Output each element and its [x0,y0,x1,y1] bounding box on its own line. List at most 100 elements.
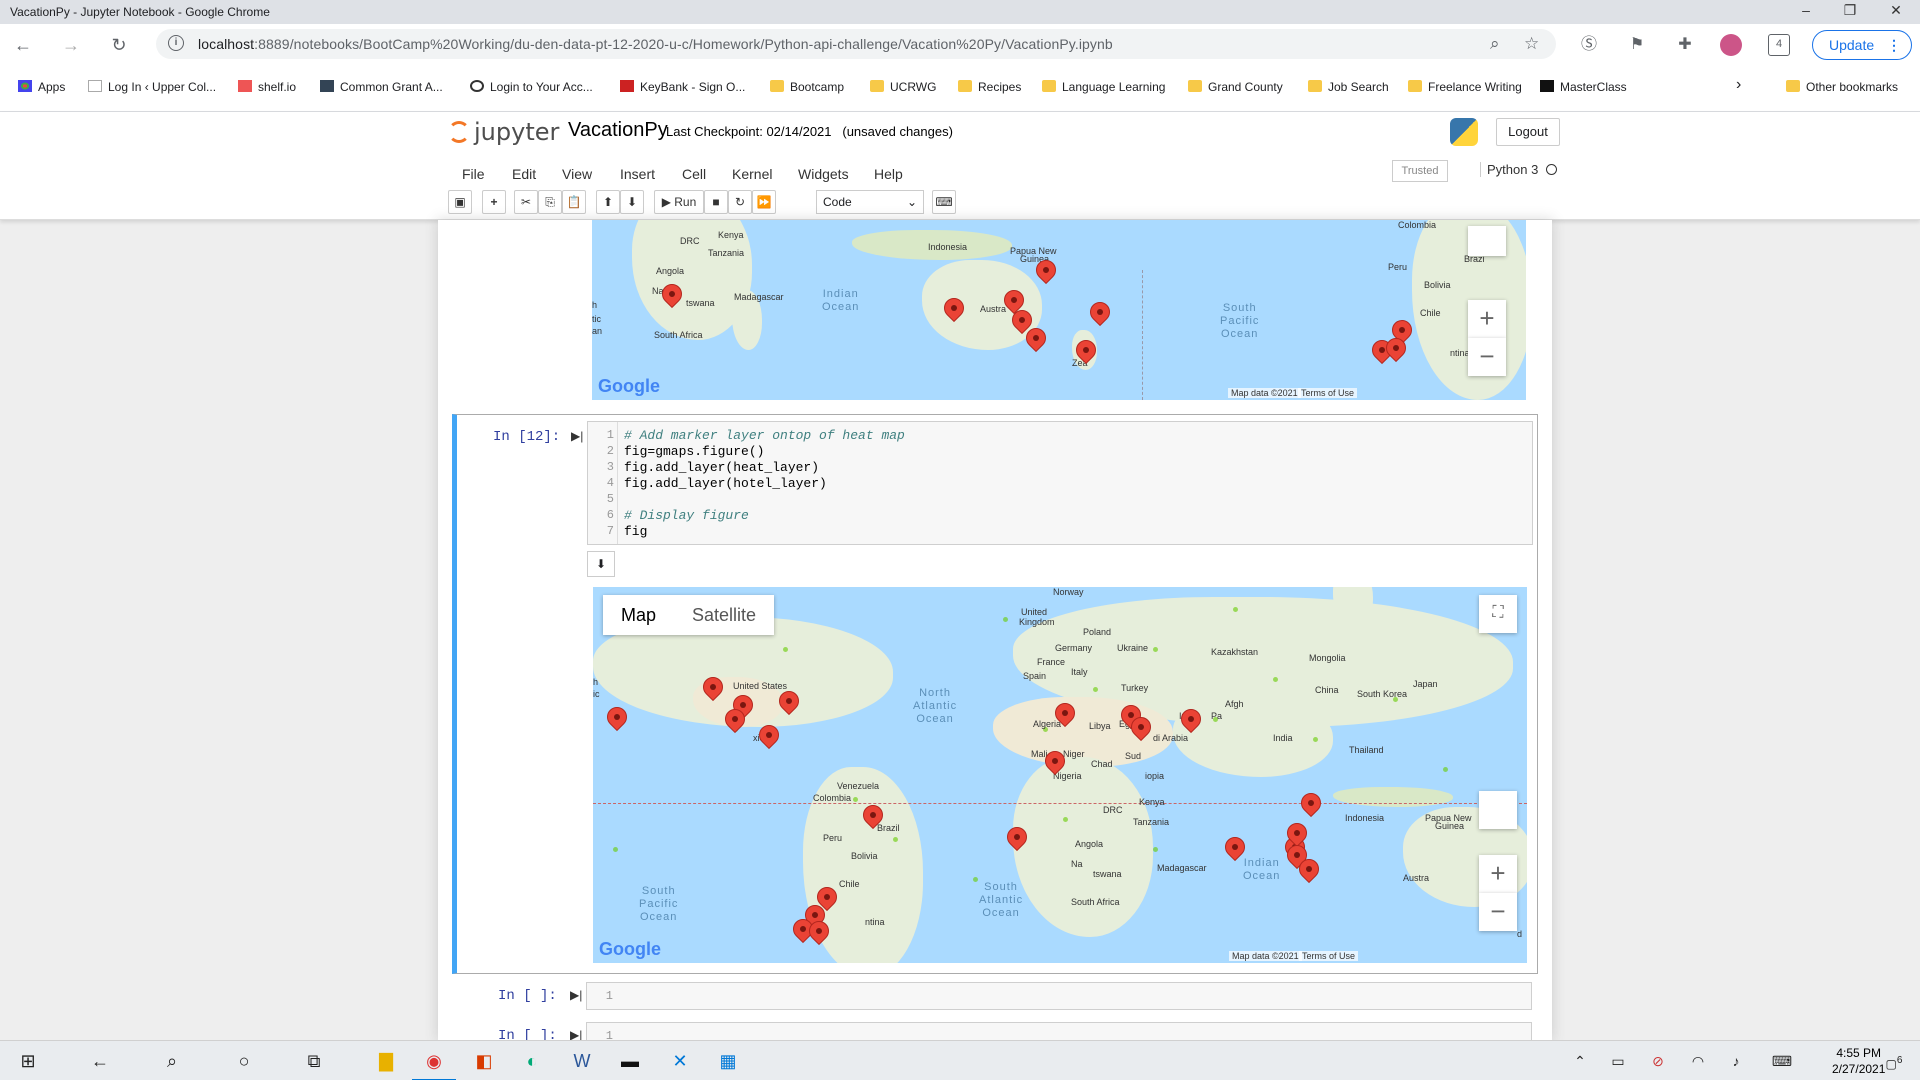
zoom-icon[interactable]: ⌕ [1490,34,1500,54]
edge-icon[interactable]: ◐ [520,1049,544,1073]
restore-icon[interactable]: ❐ [1840,2,1860,19]
bookmark-apps[interactable]: Apps [18,80,65,94]
menu-dots-icon[interactable]: ⋮ [1887,31,1901,59]
site-info-icon[interactable]: i [168,35,184,51]
zoom-out-button[interactable]: − [1468,338,1506,376]
code-editor[interactable]: 1 [586,982,1532,1010]
vscode-icon[interactable]: ✕ [668,1049,692,1073]
system-clock[interactable]: 4:55 PM 2/27/2021 [1832,1045,1885,1077]
move-up-icon[interactable]: ⬆ [596,190,620,214]
word-icon[interactable]: W [570,1049,594,1073]
code-cell[interactable]: In [ ]: ▶| 1 [452,1020,1538,1040]
notebook-name[interactable]: VacationPy [568,119,668,142]
menu-view[interactable]: View [562,166,592,182]
jupyter-logo[interactable]: jupyter [448,118,559,146]
zoom-in-button[interactable]: + [1468,300,1506,338]
menu-insert[interactable]: Insert [620,166,655,182]
bookmark-folder[interactable]: Freelance Writing [1408,80,1522,94]
paste-icon[interactable]: 📋 [562,190,586,214]
reload-icon[interactable]: ↻ [106,32,132,58]
trusted-indicator[interactable]: Trusted [1392,160,1448,182]
terms-link[interactable]: Terms of Use [1299,951,1359,961]
extension-alert-icon[interactable]: ⚑ [1626,34,1648,56]
map-type-map-button[interactable]: Map [603,595,674,635]
hotel-marker[interactable] [1296,788,1326,818]
menu-cell[interactable]: Cell [682,166,706,182]
copy-icon[interactable]: ⎘ [538,190,562,214]
menu-widgets[interactable]: Widgets [798,166,849,182]
code-editor[interactable]: 1 # Add marker layer ontop of heat map 2f… [587,421,1533,545]
heatmap-output[interactable]: Norway United Kingdom Poland Germany Ukr… [593,587,1527,963]
notifications-icon[interactable]: ▢6 [1882,1049,1906,1073]
fullscreen-icon[interactable]: ⛶ [1479,595,1517,633]
hotel-marker[interactable] [1085,297,1115,327]
zoom-in-button[interactable]: + [1479,855,1517,893]
pegman-button[interactable] [1468,226,1506,256]
save-icon[interactable]: ▣ [448,190,472,214]
volume-icon[interactable]: ♪ [1724,1049,1748,1073]
device-icon[interactable]: ▭ [1606,1049,1630,1073]
windows-start-icon[interactable]: ⊞ [16,1049,40,1073]
forward-icon[interactable]: → [58,32,84,58]
chrome-icon[interactable]: ◉ [412,1049,456,1080]
bookmark-folder[interactable]: Job Search [1308,80,1389,94]
bookmark-folder[interactable]: Bootcamp [770,80,844,94]
wifi-icon[interactable]: ◠ [1686,1049,1710,1073]
hotel-marker[interactable] [602,702,632,732]
bookmark-folder[interactable]: Language Learning [1042,80,1165,94]
bookmark-item[interactable]: Common Grant A... [320,80,443,94]
move-down-icon[interactable]: ⬇ [620,190,644,214]
address-url[interactable]: localhost:8889/notebooks/BootCamp%20Work… [198,36,1113,52]
keyboard-icon[interactable]: ⌨ [1770,1049,1794,1073]
photos-icon[interactable]: ▦ [716,1049,740,1073]
file-explorer-icon[interactable]: ▇ [374,1049,398,1073]
office-icon[interactable]: ◧ [472,1049,496,1073]
heatmap-output-top[interactable]: DRC Kenya Tanzania Angola Na tswana Sout… [592,220,1526,400]
update-button[interactable]: Update ⋮ [1812,30,1912,60]
search-icon[interactable]: ⌕ [160,1049,184,1073]
terms-link[interactable]: Terms of Use [1298,388,1358,398]
restart-icon[interactable]: ↻ [728,190,752,214]
tab-count-badge[interactable]: 4 [1768,34,1790,56]
back-icon[interactable]: ← [10,32,36,58]
menu-edit[interactable]: Edit [512,166,536,182]
bookmark-item[interactable]: shelf.io [238,80,296,94]
run-cell-icon[interactable]: ▶| [570,1028,582,1040]
code-cell[interactable]: In [ ]: ▶| 1 [452,980,1538,1014]
bookmark-star-icon[interactable]: ☆ [1524,34,1539,54]
bookmark-folder[interactable]: Recipes [958,80,1021,94]
security-icon[interactable]: ⊘ [1646,1049,1670,1073]
extensions-puzzle-icon[interactable]: ✚ [1674,34,1696,56]
map-type-satellite-button[interactable]: Satellite [674,595,774,635]
logout-button[interactable]: Logout [1496,118,1560,146]
address-bar[interactable]: i localhost:8889/notebooks/BootCamp%20Wo… [156,29,1556,59]
bookmark-item[interactable]: MasterClass [1540,80,1627,94]
back-arrow-icon[interactable]: ← [88,1049,112,1073]
menu-file[interactable]: File [462,166,485,182]
download-icon[interactable]: ⬇ [587,551,615,577]
bookmark-item[interactable]: Log In ‹ Upper Col... [88,80,216,94]
other-bookmarks[interactable]: Other bookmarks [1786,80,1898,94]
run-cell-icon[interactable]: ▶| [571,429,583,443]
restart-run-all-icon[interactable]: ⏩ [752,190,776,214]
bookmark-folder[interactable]: UCRWG [870,80,936,94]
menu-kernel[interactable]: Kernel [732,166,772,182]
cell-type-select[interactable]: Code ⌄ [816,190,924,214]
extension-s-icon[interactable]: Ⓢ [1578,34,1600,56]
chevron-up-icon[interactable]: ⌃ [1568,1049,1592,1073]
zoom-out-button[interactable]: − [1479,893,1517,931]
run-cell-icon[interactable]: ▶| [570,988,582,1002]
code-cell-selected[interactable]: In [12]: ▶| 1 # Add marker layer ontop of… [452,414,1538,974]
terminal-icon[interactable]: ▬ [618,1049,642,1073]
task-view-icon[interactable]: ⧉ [302,1049,326,1073]
bookmark-item[interactable]: KeyBank - Sign O... [620,80,745,94]
run-button[interactable]: ▶ Run [654,190,704,214]
menu-help[interactable]: Help [874,166,903,182]
pegman-button[interactable] [1479,791,1517,829]
profile-avatar[interactable] [1720,34,1742,56]
command-palette-icon[interactable]: ⌨ [932,190,956,214]
bookmark-folder[interactable]: Grand County [1188,80,1283,94]
cortana-icon[interactable]: ○ [232,1049,256,1073]
chevron-right-icon[interactable]: › [1736,76,1741,94]
insert-cell-icon[interactable]: + [482,190,506,214]
